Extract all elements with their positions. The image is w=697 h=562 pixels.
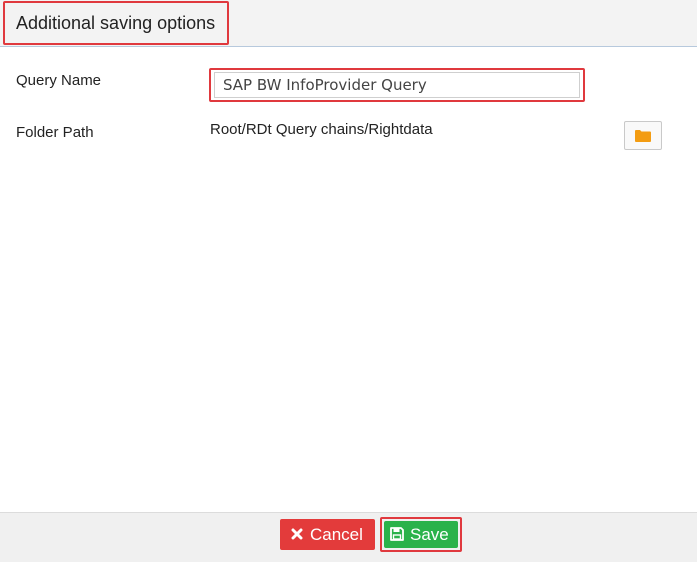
x-icon — [291, 528, 303, 540]
browse-folder-button[interactable] — [624, 121, 662, 150]
dialog-header: Additional saving options — [0, 0, 697, 47]
folder-path-label: Folder Path — [16, 124, 94, 141]
floppy-disk-icon — [390, 527, 404, 541]
save-label: Save — [410, 525, 449, 544]
query-name-input[interactable] — [214, 72, 580, 98]
query-name-label: Query Name — [16, 72, 102, 89]
cancel-button[interactable]: Cancel — [280, 519, 375, 550]
save-button[interactable]: Save — [384, 521, 458, 548]
folder-path-value: Root/RDt Query chains/Rightdata — [210, 121, 433, 138]
folder-icon — [635, 130, 651, 142]
saving-options-dialog: Additional saving options Query Name Fol… — [0, 0, 697, 562]
dialog-title: Additional saving options — [16, 13, 216, 33]
cancel-label: Cancel — [310, 525, 363, 544]
